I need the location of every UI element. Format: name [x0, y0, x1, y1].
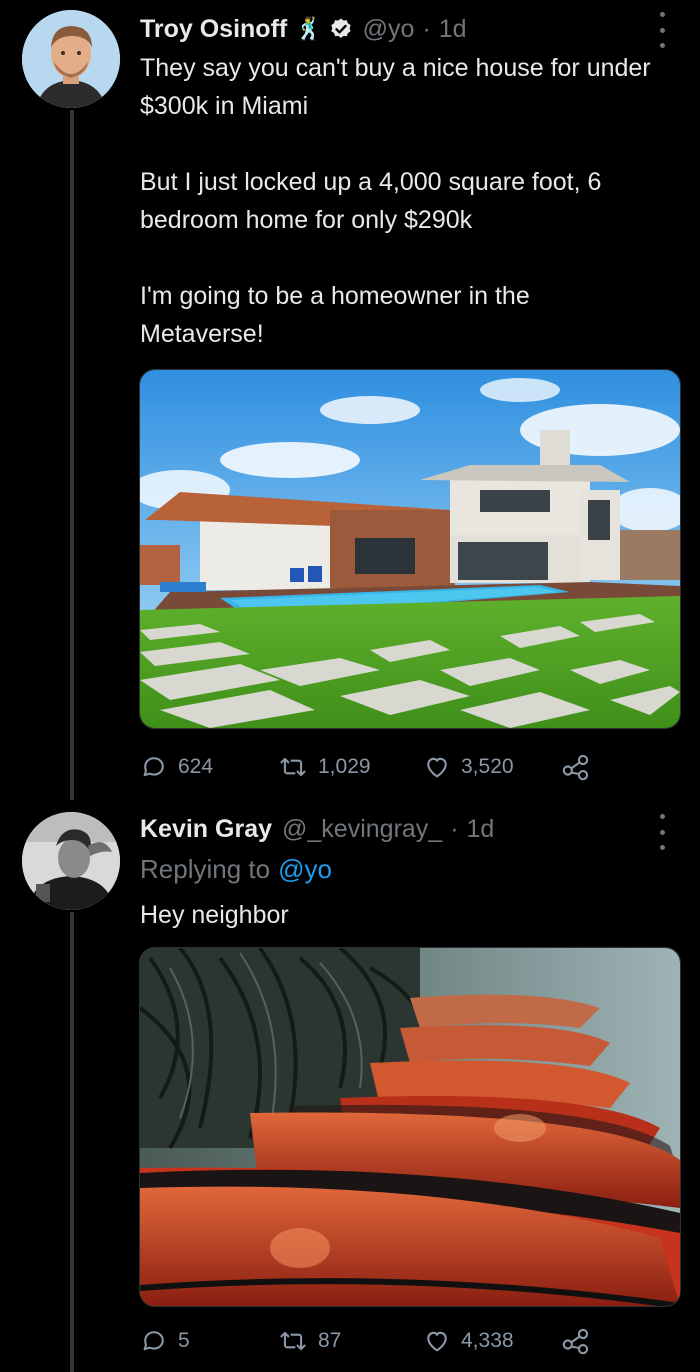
timestamp[interactable]: 1d	[439, 15, 467, 44]
display-name[interactable]: Kevin Gray	[140, 815, 272, 844]
separator-dot: ·	[450, 814, 459, 843]
retweet-button[interactable]: 87	[278, 1327, 398, 1355]
reply-button[interactable]: 624	[140, 753, 260, 781]
reply-count: 5	[178, 1329, 190, 1352]
timestamp[interactable]: 1d	[467, 815, 495, 844]
tweet-paragraph: They say you can't buy a nice house for …	[140, 54, 651, 120]
separator-dot: ·	[422, 14, 431, 43]
tweet[interactable]: Troy Osinoff 🕺 @yo · 1d They say you can…	[0, 0, 700, 800]
retweet-count: 1,029	[318, 755, 371, 778]
like-icon	[427, 1331, 447, 1352]
retweet-count: 87	[318, 1329, 342, 1352]
share-icon	[562, 754, 589, 781]
avatar[interactable]	[22, 812, 120, 910]
retweet-icon	[280, 757, 306, 777]
tweet-header: Troy Osinoff 🕺 @yo · 1d	[140, 11, 467, 47]
tweet-paragraph: But I just locked up a 4,000 square foot…	[140, 168, 602, 234]
share-icon	[562, 1328, 589, 1355]
like-button[interactable]: 3,520	[423, 753, 563, 781]
user-handle[interactable]: @_kevingray_	[282, 815, 442, 844]
tweet-paragraph: I'm going to be a homeowner in the Metav…	[140, 282, 530, 348]
more-icon[interactable]	[652, 12, 672, 48]
verified-icon	[329, 17, 353, 41]
like-count: 3,520	[461, 755, 514, 778]
reply-icon	[143, 757, 164, 777]
tweet[interactable]: Kevin Gray @_kevingray_ · 1d Replying to…	[0, 800, 700, 1372]
tweet-image-house[interactable]	[139, 369, 681, 729]
tweet-text: Hey neighbor	[140, 896, 680, 934]
replying-handle[interactable]: @yo	[278, 854, 332, 885]
reply-button[interactable]: 5	[140, 1327, 240, 1355]
like-icon	[427, 757, 447, 778]
tweet-text: They say you can't buy a nice house for …	[140, 49, 680, 353]
replying-to: Replying to @yo	[140, 851, 332, 887]
name-emoji: 🕺	[295, 16, 323, 41]
share-button[interactable]	[560, 1327, 600, 1355]
more-icon[interactable]	[652, 814, 672, 850]
like-count: 4,338	[461, 1329, 514, 1352]
display-name[interactable]: Troy Osinoff	[140, 15, 287, 44]
retweet-button[interactable]: 1,029	[278, 753, 418, 781]
reply-count: 624	[178, 755, 214, 778]
tweet-image-matrix-pods[interactable]	[139, 947, 681, 1307]
tweet-header: Kevin Gray @_kevingray_ · 1d	[140, 811, 494, 847]
retweet-icon	[280, 1331, 306, 1351]
reply-icon	[143, 1331, 164, 1351]
share-button[interactable]	[560, 753, 600, 781]
user-handle[interactable]: @yo	[363, 15, 415, 44]
replying-prefix: Replying to	[140, 853, 271, 884]
like-button[interactable]: 4,338	[423, 1327, 563, 1355]
tweet-paragraph: Hey neighbor	[140, 901, 289, 929]
avatar[interactable]	[22, 10, 120, 108]
